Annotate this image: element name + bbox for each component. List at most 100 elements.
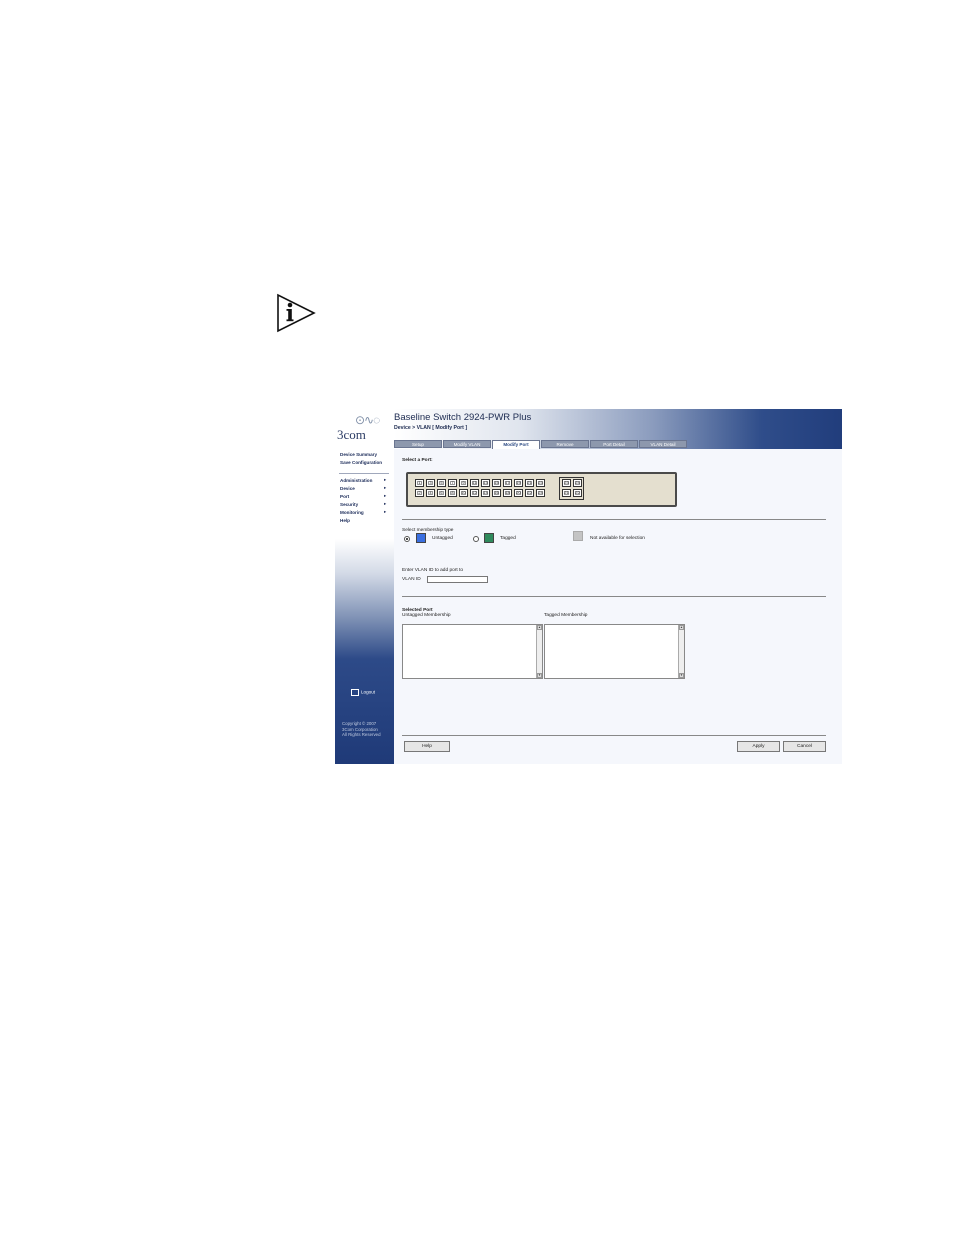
port-number: 20 xyxy=(516,490,521,495)
scrollbar[interactable]: ▲ ▼ xyxy=(678,625,684,678)
apply-button[interactable]: Apply xyxy=(737,741,780,752)
screenshot-window: ⊙∿◌ 3com Device Summary Save Configurati… xyxy=(335,409,842,764)
port-button[interactable]: 2 xyxy=(415,489,424,497)
sidebar-item-administration[interactable]: Administration xyxy=(340,478,372,483)
port-button[interactable]: 1 xyxy=(415,479,424,487)
untagged-color-swatch xyxy=(416,533,426,543)
port-number: 17 xyxy=(505,480,510,485)
port-button[interactable]: 23 xyxy=(536,479,545,487)
app-title: Baseline Switch 2924-PWR Plus xyxy=(394,412,532,423)
divider xyxy=(402,596,826,597)
port-number: 13 xyxy=(483,480,488,485)
sidebar-item-help[interactable]: Help xyxy=(340,518,350,523)
vlan-id-label: VLAN ID xyxy=(402,577,421,582)
tagged-radio[interactable] xyxy=(473,536,479,542)
main-content: Select a Port: 1 3 5 7 9 11 13 15 17 19 21 23 24681… xyxy=(394,449,842,764)
port-number: 15 xyxy=(494,480,499,485)
port-button[interactable]: 8 xyxy=(448,489,457,497)
untagged-membership-list[interactable]: ▲ ▼ xyxy=(402,624,543,679)
tab-modify-vlan[interactable]: Modify VLAN xyxy=(443,440,491,448)
chevron-right-icon: ▸ xyxy=(384,509,387,514)
port-number: 14 xyxy=(483,490,488,495)
port-button[interactable]: 5 xyxy=(437,479,446,487)
port-number: 6 xyxy=(440,490,443,495)
untagged-membership-label: Untagged Membership xyxy=(402,613,451,618)
port-number: 8 xyxy=(451,490,454,495)
port-number: 9 xyxy=(462,480,465,485)
port-button[interactable]: 4 xyxy=(426,489,435,497)
port-number: 7 xyxy=(451,480,454,485)
port-button[interactable]: 12 xyxy=(470,489,479,497)
tab-modify-port[interactable]: Modify Port xyxy=(492,440,540,449)
sidebar-link-device-summary[interactable]: Device Summary xyxy=(340,452,377,457)
port-number: 10 xyxy=(461,490,466,495)
port-button[interactable]: 11 xyxy=(470,479,479,487)
port-button[interactable]: 21 xyxy=(525,479,534,487)
port-button[interactable]: 13 xyxy=(481,479,490,487)
port-number: 3 xyxy=(429,480,432,485)
scroll-up-icon[interactable]: ▲ xyxy=(679,625,684,630)
port-number: 23 xyxy=(564,480,569,485)
divider xyxy=(402,735,826,736)
scroll-down-icon[interactable]: ▼ xyxy=(537,673,542,678)
port-number: 2 xyxy=(418,490,421,495)
sidebar: ⊙∿◌ 3com Device Summary Save Configurati… xyxy=(335,409,394,764)
scroll-up-icon[interactable]: ▲ xyxy=(537,625,542,630)
port-number: 21 xyxy=(527,480,532,485)
port-number: 22 xyxy=(527,490,532,495)
port-button[interactable]: 24 xyxy=(536,489,545,497)
port-button[interactable]: 6 xyxy=(437,489,446,497)
tab-vlan-detail[interactable]: VLAN Detail xyxy=(639,440,687,448)
port-button[interactable]: 7 xyxy=(448,479,457,487)
sidebar-item-device[interactable]: Device xyxy=(340,486,355,491)
scrollbar[interactable]: ▲ ▼ xyxy=(536,625,542,678)
breadcrumb: Device > VLAN [ Modify Port ] xyxy=(394,425,468,431)
info-icon xyxy=(277,293,316,333)
copyright: Copyright © 2007 3Com Corporation All Ri… xyxy=(342,721,381,738)
vlan-prompt: Enter VLAN ID to add port to xyxy=(402,568,464,573)
uplink-group-frame xyxy=(559,477,584,500)
tab-port-detail[interactable]: Port Detail xyxy=(590,440,638,448)
sidebar-item-port[interactable]: Port xyxy=(340,494,349,499)
not-available-color-swatch xyxy=(573,531,583,541)
logout-icon xyxy=(351,689,359,696)
tagged-label: Tagged xyxy=(500,536,516,541)
membership-type-label: Select membership type xyxy=(402,528,454,533)
port-number: 21 xyxy=(564,490,569,495)
port-button[interactable]: 19 xyxy=(514,479,523,487)
copyright-line: Copyright © 2007 xyxy=(342,721,377,726)
tab-remove[interactable]: Remove xyxy=(541,440,589,448)
cancel-button[interactable]: Cancel xyxy=(783,741,826,752)
sidebar-item-security[interactable]: Security xyxy=(340,502,358,507)
port-button[interactable]: 18 xyxy=(503,489,512,497)
logout-link[interactable]: Logout xyxy=(351,689,375,696)
select-port-label: Select a Port: xyxy=(402,458,433,463)
port-number: 12 xyxy=(472,490,477,495)
chevron-right-icon: ▸ xyxy=(384,477,387,482)
port-button[interactable]: 15 xyxy=(492,479,501,487)
tagged-membership-list[interactable]: ▲ ▼ xyxy=(544,624,685,679)
not-available-label: Not available for selection xyxy=(590,536,645,541)
port-number: 1 xyxy=(418,480,421,485)
port-button[interactable]: 20 xyxy=(514,489,523,497)
sidebar-link-save-configuration[interactable]: Save Configuration xyxy=(340,460,382,465)
copyright-line: All Rights Reserved xyxy=(342,732,381,738)
port-number: 24 xyxy=(538,490,543,495)
port-number: 11 xyxy=(472,480,477,485)
port-button[interactable]: 9 xyxy=(459,479,468,487)
chevron-right-icon: ▸ xyxy=(384,485,387,490)
port-button[interactable]: 16 xyxy=(492,489,501,497)
tab-bar: Setup Modify VLAN Modify Port Remove Por… xyxy=(394,440,842,449)
port-button[interactable]: 3 xyxy=(426,479,435,487)
untagged-radio[interactable] xyxy=(404,536,410,542)
sidebar-item-monitoring[interactable]: Monitoring xyxy=(340,510,364,515)
port-button[interactable]: 17 xyxy=(503,479,512,487)
scroll-down-icon[interactable]: ▼ xyxy=(679,673,684,678)
vlan-id-input[interactable] xyxy=(427,576,488,583)
untagged-label: Untagged xyxy=(432,536,453,541)
port-button[interactable]: 22 xyxy=(525,489,534,497)
port-button[interactable]: 14 xyxy=(481,489,490,497)
port-button[interactable]: 10 xyxy=(459,489,468,497)
help-button[interactable]: Help xyxy=(404,741,450,752)
tab-setup[interactable]: Setup xyxy=(394,440,442,448)
